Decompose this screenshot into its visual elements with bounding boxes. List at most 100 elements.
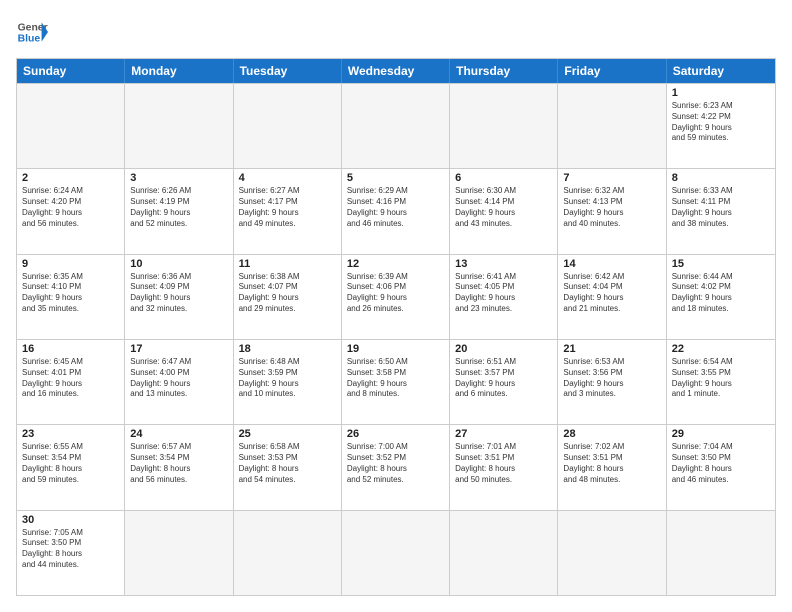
calendar-cell-r0-c2 bbox=[234, 84, 342, 168]
day-number: 29 bbox=[672, 428, 770, 440]
day-info: Sunrise: 6:32 AM Sunset: 4:13 PM Dayligh… bbox=[563, 186, 660, 229]
day-number: 5 bbox=[347, 172, 444, 184]
calendar-row-4: 23Sunrise: 6:55 AM Sunset: 3:54 PM Dayli… bbox=[17, 424, 775, 509]
calendar-cell-r2-c2: 11 Sunrise: 6:38 AM Sunset: 4:07 PM Dayli… bbox=[234, 255, 342, 339]
day-number: 13 bbox=[455, 258, 552, 270]
day-number: 20 bbox=[455, 343, 552, 355]
day-number: 1 bbox=[672, 87, 770, 99]
day-number: 8 bbox=[672, 172, 770, 184]
day-number: 4 bbox=[239, 172, 336, 184]
calendar-row-1: 2 Sunrise: 6:24 AM Sunset: 4:20 PM Daylig… bbox=[17, 168, 775, 253]
day-info: Sunrise: 6:33 AM Sunset: 4:11 PM Dayligh… bbox=[672, 186, 770, 229]
day-number: 2 bbox=[22, 172, 119, 184]
day-number: 21 bbox=[563, 343, 660, 355]
day-number: 30 bbox=[22, 514, 119, 526]
calendar-cell-r5-c0: 30 Sunrise: 7:05 AM Sunset: 3:50 PM Dayli… bbox=[17, 511, 125, 595]
calendar: SundayMondayTuesdayWednesdayThursdayFrid… bbox=[16, 58, 776, 596]
calendar-cell-r0-c3 bbox=[342, 84, 450, 168]
weekday-header-tuesday: Tuesday bbox=[234, 59, 342, 83]
calendar-cell-r4-c6: 29 Sunrise: 7:04 AM Sunset: 3:50 PM Dayli… bbox=[667, 425, 775, 509]
day-info: Sunrise: 6:26 AM Sunset: 4:19 PM Dayligh… bbox=[130, 186, 227, 229]
day-number: 12 bbox=[347, 258, 444, 270]
day-number: 16 bbox=[22, 343, 119, 355]
calendar-cell-r5-c6 bbox=[667, 511, 775, 595]
day-info: Sunrise: 6:23 AM Sunset: 4:22 PM Dayligh… bbox=[672, 101, 770, 144]
svg-text:Blue: Blue bbox=[18, 34, 41, 45]
day-number: 19 bbox=[347, 343, 444, 355]
day-number: 23 bbox=[22, 428, 119, 440]
day-info: Sunrise: 6:36 AM Sunset: 4:09 PM Dayligh… bbox=[130, 272, 227, 315]
day-number: 27 bbox=[455, 428, 552, 440]
calendar-cell-r5-c4 bbox=[450, 511, 558, 595]
calendar-cell-r1-c5: 7 Sunrise: 6:32 AM Sunset: 4:13 PM Daylig… bbox=[558, 169, 666, 253]
calendar-cell-r5-c1 bbox=[125, 511, 233, 595]
calendar-cell-r4-c5: 28Sunrise: 7:02 AM Sunset: 3:51 PM Dayli… bbox=[558, 425, 666, 509]
calendar-cell-r3-c5: 21 Sunrise: 6:53 AM Sunset: 3:56 PM Dayli… bbox=[558, 340, 666, 424]
weekday-header-thursday: Thursday bbox=[450, 59, 558, 83]
calendar-body: 1 Sunrise: 6:23 AM Sunset: 4:22 PM Daylig… bbox=[17, 83, 775, 595]
day-number: 18 bbox=[239, 343, 336, 355]
calendar-cell-r5-c2 bbox=[234, 511, 342, 595]
day-number: 26 bbox=[347, 428, 444, 440]
calendar-cell-r1-c6: 8 Sunrise: 6:33 AM Sunset: 4:11 PM Daylig… bbox=[667, 169, 775, 253]
calendar-cell-r1-c0: 2 Sunrise: 6:24 AM Sunset: 4:20 PM Daylig… bbox=[17, 169, 125, 253]
day-info: Sunrise: 6:58 AM Sunset: 3:53 PM Dayligh… bbox=[239, 442, 336, 485]
day-info: Sunrise: 6:53 AM Sunset: 3:56 PM Dayligh… bbox=[563, 357, 660, 400]
weekday-header-sunday: Sunday bbox=[17, 59, 125, 83]
day-number: 3 bbox=[130, 172, 227, 184]
calendar-cell-r4-c0: 23Sunrise: 6:55 AM Sunset: 3:54 PM Dayli… bbox=[17, 425, 125, 509]
calendar-cell-r0-c5 bbox=[558, 84, 666, 168]
day-info: Sunrise: 6:24 AM Sunset: 4:20 PM Dayligh… bbox=[22, 186, 119, 229]
day-info: Sunrise: 6:27 AM Sunset: 4:17 PM Dayligh… bbox=[239, 186, 336, 229]
day-info: Sunrise: 6:42 AM Sunset: 4:04 PM Dayligh… bbox=[563, 272, 660, 315]
calendar-cell-r4-c1: 24Sunrise: 6:57 AM Sunset: 3:54 PM Dayli… bbox=[125, 425, 233, 509]
day-info: Sunrise: 6:38 AM Sunset: 4:07 PM Dayligh… bbox=[239, 272, 336, 315]
logo-icon: General Blue bbox=[16, 16, 48, 48]
calendar-header-row: SundayMondayTuesdayWednesdayThursdayFrid… bbox=[17, 59, 775, 83]
calendar-row-5: 30 Sunrise: 7:05 AM Sunset: 3:50 PM Dayli… bbox=[17, 510, 775, 595]
day-number: 11 bbox=[239, 258, 336, 270]
header: General Blue bbox=[16, 16, 776, 48]
day-number: 25 bbox=[239, 428, 336, 440]
day-info: Sunrise: 6:50 AM Sunset: 3:58 PM Dayligh… bbox=[347, 357, 444, 400]
day-number: 15 bbox=[672, 258, 770, 270]
calendar-cell-r3-c0: 16 Sunrise: 6:45 AM Sunset: 4:01 PM Dayli… bbox=[17, 340, 125, 424]
day-info: Sunrise: 6:44 AM Sunset: 4:02 PM Dayligh… bbox=[672, 272, 770, 315]
calendar-cell-r1-c1: 3 Sunrise: 6:26 AM Sunset: 4:19 PM Daylig… bbox=[125, 169, 233, 253]
calendar-cell-r3-c6: 22 Sunrise: 6:54 AM Sunset: 3:55 PM Dayli… bbox=[667, 340, 775, 424]
calendar-row-3: 16 Sunrise: 6:45 AM Sunset: 4:01 PM Dayli… bbox=[17, 339, 775, 424]
calendar-cell-r4-c4: 27Sunrise: 7:01 AM Sunset: 3:51 PM Dayli… bbox=[450, 425, 558, 509]
calendar-row-0: 1 Sunrise: 6:23 AM Sunset: 4:22 PM Daylig… bbox=[17, 83, 775, 168]
calendar-cell-r0-c4 bbox=[450, 84, 558, 168]
calendar-cell-r5-c5 bbox=[558, 511, 666, 595]
day-number: 7 bbox=[563, 172, 660, 184]
day-info: Sunrise: 6:45 AM Sunset: 4:01 PM Dayligh… bbox=[22, 357, 119, 400]
weekday-header-monday: Monday bbox=[125, 59, 233, 83]
day-info: Sunrise: 6:39 AM Sunset: 4:06 PM Dayligh… bbox=[347, 272, 444, 315]
day-info: Sunrise: 6:30 AM Sunset: 4:14 PM Dayligh… bbox=[455, 186, 552, 229]
calendar-cell-r3-c2: 18Sunrise: 6:48 AM Sunset: 3:59 PM Dayli… bbox=[234, 340, 342, 424]
calendar-cell-r4-c2: 25 Sunrise: 6:58 AM Sunset: 3:53 PM Dayli… bbox=[234, 425, 342, 509]
calendar-cell-r3-c4: 20 Sunrise: 6:51 AM Sunset: 3:57 PM Dayli… bbox=[450, 340, 558, 424]
weekday-header-friday: Friday bbox=[558, 59, 666, 83]
day-info: Sunrise: 7:02 AM Sunset: 3:51 PM Dayligh… bbox=[563, 442, 660, 485]
calendar-cell-r2-c6: 15 Sunrise: 6:44 AM Sunset: 4:02 PM Dayli… bbox=[667, 255, 775, 339]
calendar-cell-r2-c0: 9Sunrise: 6:35 AM Sunset: 4:10 PM Daylig… bbox=[17, 255, 125, 339]
page: General Blue SundayMondayTuesdayWednesda… bbox=[0, 0, 792, 612]
calendar-cell-r0-c1 bbox=[125, 84, 233, 168]
day-info: Sunrise: 7:04 AM Sunset: 3:50 PM Dayligh… bbox=[672, 442, 770, 485]
day-number: 6 bbox=[455, 172, 552, 184]
day-info: Sunrise: 6:29 AM Sunset: 4:16 PM Dayligh… bbox=[347, 186, 444, 229]
weekday-header-saturday: Saturday bbox=[667, 59, 775, 83]
calendar-cell-r3-c1: 17Sunrise: 6:47 AM Sunset: 4:00 PM Dayli… bbox=[125, 340, 233, 424]
calendar-cell-r1-c2: 4 Sunrise: 6:27 AM Sunset: 4:17 PM Daylig… bbox=[234, 169, 342, 253]
day-info: Sunrise: 6:35 AM Sunset: 4:10 PM Dayligh… bbox=[22, 272, 119, 315]
day-info: Sunrise: 6:51 AM Sunset: 3:57 PM Dayligh… bbox=[455, 357, 552, 400]
day-info: Sunrise: 6:47 AM Sunset: 4:00 PM Dayligh… bbox=[130, 357, 227, 400]
calendar-cell-r0-c0 bbox=[17, 84, 125, 168]
day-info: Sunrise: 7:05 AM Sunset: 3:50 PM Dayligh… bbox=[22, 528, 119, 571]
day-info: Sunrise: 6:41 AM Sunset: 4:05 PM Dayligh… bbox=[455, 272, 552, 315]
day-info: Sunrise: 6:54 AM Sunset: 3:55 PM Dayligh… bbox=[672, 357, 770, 400]
day-number: 22 bbox=[672, 343, 770, 355]
calendar-cell-r2-c1: 10Sunrise: 6:36 AM Sunset: 4:09 PM Dayli… bbox=[125, 255, 233, 339]
